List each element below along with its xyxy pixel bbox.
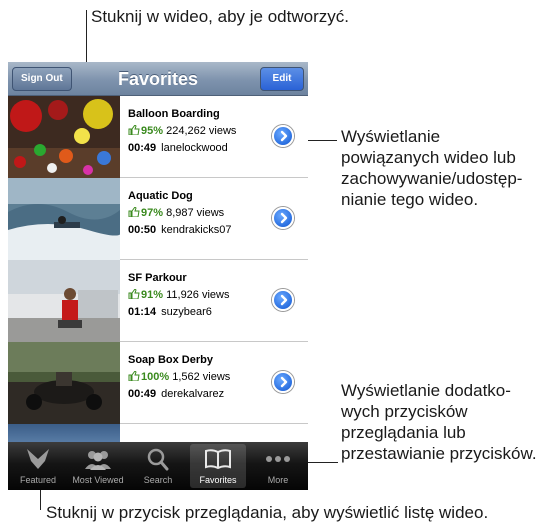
callout-line-bottom xyxy=(40,490,41,510)
video-rating: 91% xyxy=(141,289,164,301)
detail-disclosure-button[interactable] xyxy=(272,125,294,147)
callout-more-buttons: Wyświetlanie dodatko- wych przycisków pr… xyxy=(341,381,537,463)
video-duration: 00:50 xyxy=(128,224,157,236)
video-duration: 00:49 xyxy=(128,142,157,154)
video-meta: 01:14 suzybear6 xyxy=(128,306,212,318)
thumbs-up-icon xyxy=(128,371,140,381)
video-user: lanelockwood xyxy=(161,142,228,154)
video-thumbnail[interactable] xyxy=(8,342,120,424)
video-stats: 100% 1,562 views xyxy=(128,371,230,383)
video-title: SF Parkour xyxy=(128,272,187,284)
video-rating: 100% xyxy=(141,371,170,383)
video-row[interactable]: Balloon Boarding 95% 224,262 views 00:49… xyxy=(8,96,308,178)
callout-detail-button: Wyświetlanie powiązanych wideo lub zacho… xyxy=(341,127,523,209)
video-thumbnail[interactable] xyxy=(8,96,120,178)
chevron-right-icon xyxy=(280,212,288,224)
video-thumbnail[interactable] xyxy=(8,178,120,260)
video-title: Balloon Boarding xyxy=(128,108,220,120)
thumbs-up-icon xyxy=(128,289,140,299)
tab-label: Favorites xyxy=(199,475,237,485)
video-meta: 00:49 lanelockwood xyxy=(128,142,228,154)
video-stats: 97% 8,987 views xyxy=(128,207,224,219)
sign-out-button[interactable]: Sign Out xyxy=(12,67,72,91)
tab-favorites[interactable]: Favorites xyxy=(188,442,248,490)
callout-play-video: Stuknij w wideo, aby je odtworzyć. xyxy=(91,7,349,26)
favorites-icon xyxy=(205,449,231,470)
video-row[interactable]: Aquatic Dog 97% 8,987 views 00:50 kendrak… xyxy=(8,178,308,260)
chevron-right-icon xyxy=(280,376,288,388)
detail-disclosure-button[interactable] xyxy=(272,371,294,393)
video-stats: 91% 11,926 views xyxy=(128,289,229,301)
tab-most-viewed[interactable]: Most Viewed xyxy=(68,442,128,490)
most-viewed-icon xyxy=(85,451,111,470)
featured-icon xyxy=(27,449,49,469)
video-list: Balloon Boarding 95% 224,262 views 00:49… xyxy=(8,96,308,424)
chevron-right-icon xyxy=(280,130,288,142)
callout-browse-buttons: Stuknij w przycisk przeglądania, aby wyś… xyxy=(46,503,489,522)
video-user: derekalvarez xyxy=(161,388,225,400)
video-user: suzybear6 xyxy=(161,306,212,318)
video-views: 224,262 views xyxy=(166,125,237,137)
thumbs-up-icon xyxy=(128,125,140,135)
tab-search[interactable]: Search xyxy=(128,442,188,490)
tab-featured[interactable]: Featured xyxy=(8,442,68,490)
video-row[interactable]: Soap Box Derby 100% 1,562 views 00:49 der… xyxy=(8,342,308,424)
video-stats: 95% 224,262 views xyxy=(128,125,236,137)
video-duration: 00:49 xyxy=(128,388,157,400)
video-title: Aquatic Dog xyxy=(128,190,193,202)
video-views: 1,562 views xyxy=(172,371,231,383)
chevron-right-icon xyxy=(280,294,288,306)
tab-bar: Featured Most Viewed Search Favorites Mo… xyxy=(8,442,308,490)
video-meta: 00:50 kendrakicks07 xyxy=(128,224,231,236)
youtube-app-screen: Favorites Sign Out Edit Balloon Boarding… xyxy=(8,62,308,490)
detail-disclosure-button[interactable] xyxy=(272,207,294,229)
tab-more[interactable]: More xyxy=(248,442,308,490)
video-rating: 95% xyxy=(141,125,164,137)
tab-label: More xyxy=(267,475,289,485)
video-views: 8,987 views xyxy=(166,207,225,219)
tab-label: Search xyxy=(143,475,173,485)
nav-bar: Favorites Sign Out Edit xyxy=(8,62,308,96)
video-thumbnail[interactable] xyxy=(8,260,120,342)
tab-label: Featured xyxy=(19,475,57,485)
more-icon xyxy=(266,456,290,462)
video-title: Soap Box Derby xyxy=(128,354,213,366)
video-row[interactable]: SF Parkour 91% 11,926 views 01:14 suzybea… xyxy=(8,260,308,342)
video-user: kendrakicks07 xyxy=(161,224,232,236)
video-meta: 00:49 derekalvarez xyxy=(128,388,224,400)
search-icon xyxy=(147,448,169,471)
tab-label: Most Viewed xyxy=(72,475,124,485)
video-duration: 01:14 xyxy=(128,306,157,318)
thumbs-up-icon xyxy=(128,207,140,217)
edit-button[interactable]: Edit xyxy=(260,67,304,91)
video-rating: 97% xyxy=(141,207,164,219)
detail-disclosure-button[interactable] xyxy=(272,289,294,311)
video-views: 11,926 views xyxy=(166,289,230,301)
